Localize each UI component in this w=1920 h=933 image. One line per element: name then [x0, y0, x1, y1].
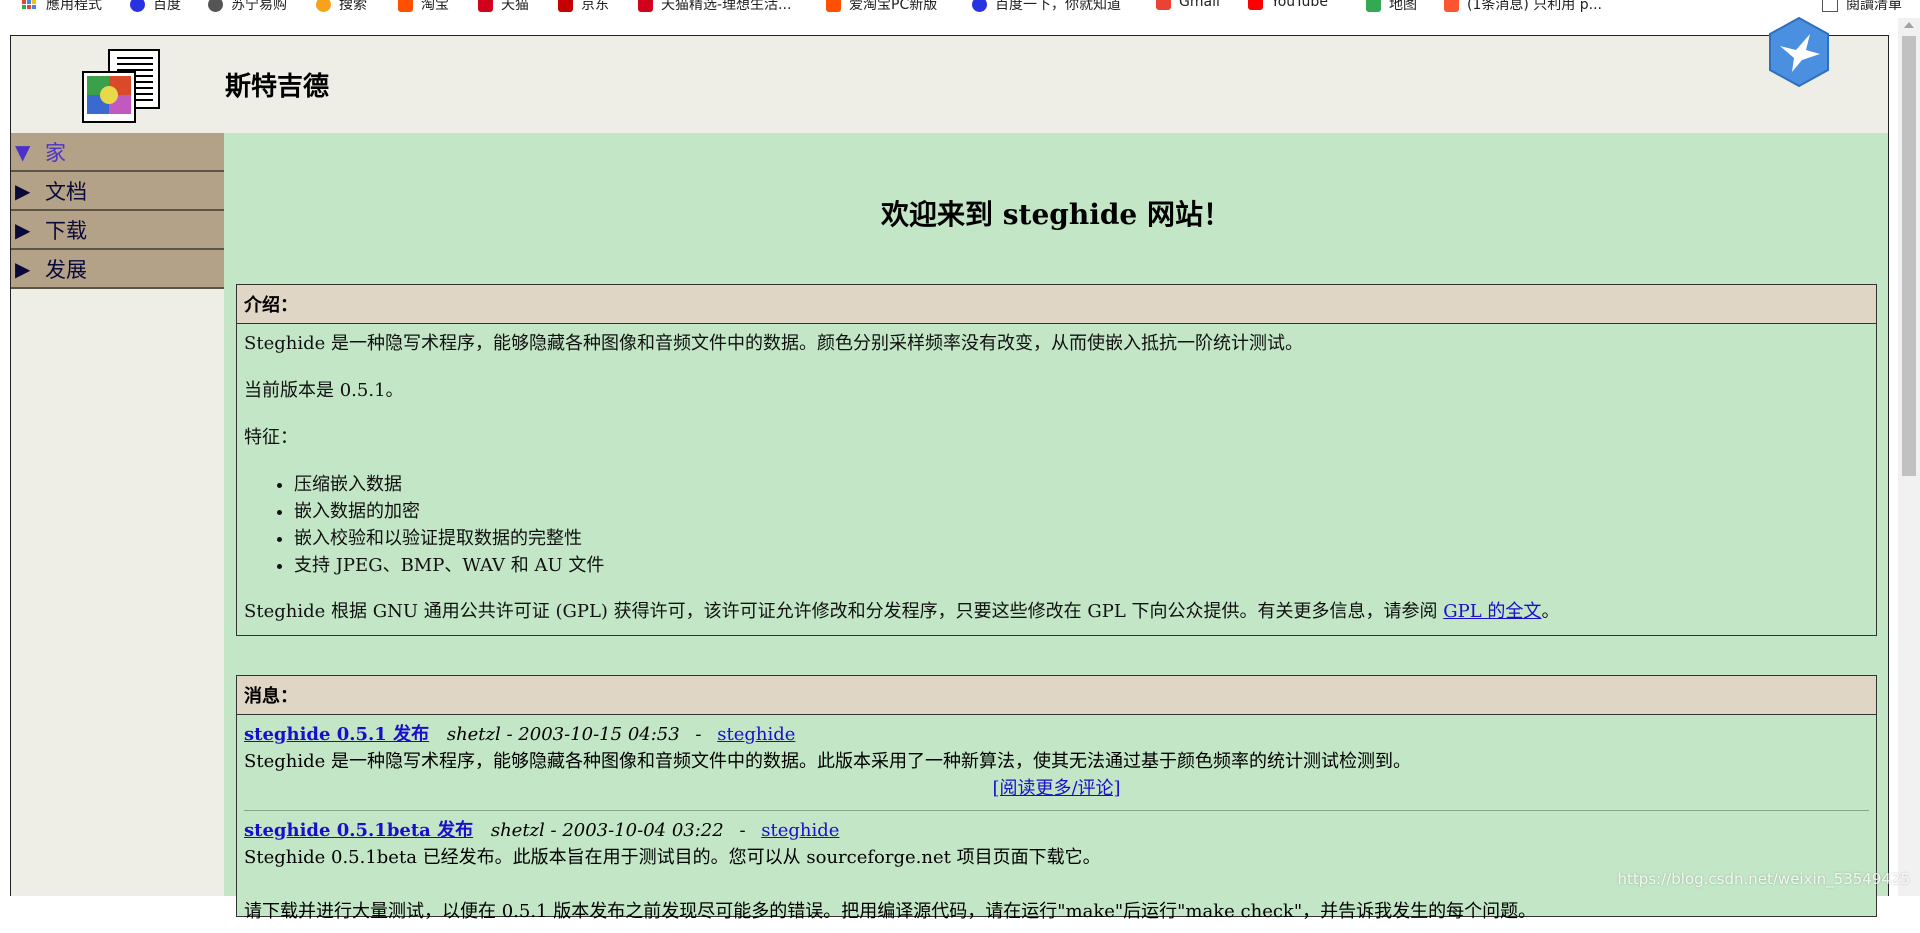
bookmark-label: 百度	[153, 0, 181, 13]
sidebar-item-label: 下载	[45, 218, 87, 243]
news-body: Steghide 0.5.1beta 已经发布。此版本旨在用于测试目的。您可以从…	[244, 847, 1101, 868]
bookmark-search[interactable]: 搜索	[316, 0, 367, 14]
jd-icon	[558, 0, 573, 12]
reading-list-label: 閱讀清單	[1846, 0, 1902, 13]
maps-icon	[1366, 0, 1381, 12]
news-heading: 消息：	[237, 676, 1876, 715]
license-end: 。	[1541, 601, 1560, 622]
list-item: 支持 JPEG、BMP、WAV 和 AU 文件	[294, 552, 1869, 579]
bookmarks-bar: 應用程式 百度 苏宁易购 搜索 淘宝 天猫 京东 天猫精选-理想生活... 爱淘…	[0, 0, 1920, 18]
intro-paragraph: Steghide 是一种隐写术程序，能够隐藏各种图像和音频文件中的数据。颜色分别…	[244, 333, 1303, 354]
bookmark-jd[interactable]: 京东	[558, 0, 609, 14]
license-text: Steghide 根据 GNU 通用公共许可证 (GPL) 获得许可，该许可证允…	[244, 601, 1444, 622]
bookmark-csdn[interactable]: (1条消息) 只利用 p...	[1444, 0, 1602, 14]
features-list: 压缩嵌入数据 嵌入数据的加密 嵌入校验和以验证提取数据的完整性 支持 JPEG、…	[244, 471, 1869, 579]
list-item: 嵌入校验和以验证提取数据的完整性	[294, 525, 1869, 552]
suning-icon	[208, 0, 223, 12]
bookmark-tmall-select[interactable]: 天猫精选-理想生活...	[638, 0, 791, 14]
news-separator: -	[739, 820, 746, 841]
bookmark-label: Gmail	[1179, 0, 1220, 10]
gmail-icon	[1156, 0, 1171, 10]
bookmark-suning[interactable]: 苏宁易购	[208, 0, 287, 14]
page: 斯特吉德 ▼ 家 ▶ 文档 ▶ 下载 ▶ 发展 欢迎来到 steghide 网站…	[0, 16, 1898, 922]
bookmark-label: 搜索	[339, 0, 367, 13]
csdn-icon	[1444, 0, 1459, 12]
reading-list-icon	[1822, 0, 1838, 12]
news-body: Steghide 是一种隐写术程序，能够隐藏各种图像和音频文件中的数据。此版本采…	[244, 751, 1411, 772]
bookmark-label: 苏宁易购	[231, 0, 287, 13]
news-body-continued: 请下载并进行大量测试，以便在 0.5.1 版本发布之前发现尽可能多的错误。把用编…	[244, 901, 1537, 922]
reading-list-button[interactable]: 閱讀清單	[1822, 0, 1902, 14]
sidebar: ▼ 家 ▶ 文档 ▶ 下载 ▶ 发展	[10, 133, 226, 896]
news-meta: shetzl - 2003-10-15 04:53	[446, 724, 680, 745]
bookmark-label: 地图	[1389, 0, 1417, 13]
sidebar-item-docs[interactable]: ▶ 文档	[11, 172, 225, 211]
baidu-icon	[130, 0, 145, 12]
sidebar-item-label: 家	[45, 140, 66, 165]
scroll-up-icon[interactable]	[1904, 22, 1914, 28]
sidebar-item-label: 文档	[45, 179, 87, 204]
taobao-icon	[826, 0, 841, 12]
site-header: 斯特吉德	[10, 16, 1889, 134]
tmall-icon	[478, 0, 493, 12]
list-item: 压缩嵌入数据	[294, 471, 1869, 498]
main-content: 欢迎来到 steghide 网站！ 介绍： Steghide 是一种隐写术程序，…	[224, 133, 1889, 922]
youtube-icon	[1248, 0, 1263, 10]
bookmark-youtube[interactable]: YouTube	[1248, 0, 1328, 10]
bookmark-label: 應用程式	[46, 0, 102, 13]
triangle-right-icon: ▶	[15, 217, 31, 242]
bookmark-label: 京东	[581, 0, 609, 13]
license-paragraph: Steghide 根据 GNU 通用公共许可证 (GPL) 获得许可，该许可证允…	[244, 598, 1869, 626]
welcome-heading: 欢迎来到 steghide 网站！	[881, 198, 1231, 231]
bookmark-label: 淘宝	[421, 0, 449, 13]
triangle-right-icon: ▶	[15, 256, 31, 281]
bird-extension-icon[interactable]	[1766, 16, 1832, 88]
list-item: 嵌入数据的加密	[294, 498, 1869, 525]
news-item: steghide 0.5.1 发布 shetzl - 2003-10-15 04…	[237, 715, 1876, 810]
news-tag-link[interactable]: steghide	[761, 820, 839, 841]
sidebar-item-home[interactable]: ▼ 家	[11, 133, 225, 172]
bookmark-maps[interactable]: 地图	[1366, 0, 1417, 14]
bookmark-label: 天猫精选-理想生活...	[661, 0, 792, 13]
bookmark-label: 天猫	[501, 0, 529, 13]
apps-grid-icon	[22, 0, 36, 9]
sidebar-item-development[interactable]: ▶ 发展	[11, 250, 225, 289]
intro-heading: 介绍：	[237, 285, 1876, 324]
bookmark-aitaobao[interactable]: 爱淘宝PC新版	[826, 0, 937, 14]
bookmark-label: 爱淘宝PC新版	[849, 0, 938, 13]
news-meta: shetzl - 2003-10-04 03:22	[490, 820, 724, 841]
tmall-icon	[638, 0, 653, 12]
intro-box: 介绍： Steghide 是一种隐写术程序，能够隐藏各种图像和音频文件中的数据。…	[236, 284, 1877, 636]
bookmark-taobao[interactable]: 淘宝	[398, 0, 449, 14]
bookmark-baidu-search[interactable]: 百度一下，你就知道	[972, 0, 1121, 14]
news-title-link[interactable]: steghide 0.5.1beta 发布	[244, 820, 473, 841]
intro-body: Steghide 是一种隐写术程序，能够隐藏各种图像和音频文件中的数据。颜色分别…	[237, 324, 1876, 651]
site-title: 斯特吉德	[225, 72, 330, 102]
gpl-link[interactable]: GPL 的全文	[1443, 601, 1541, 622]
bookmark-baidu[interactable]: 百度	[130, 0, 181, 14]
watermark: https://blog.csdn.net/weixin_53549425	[1617, 870, 1910, 888]
bookmark-label: (1条消息) 只利用 p...	[1467, 0, 1602, 13]
scrollbar-thumb[interactable]	[1902, 36, 1916, 476]
read-more-link[interactable]: [阅读更多/评论]	[992, 778, 1120, 799]
features-label: 特征：	[244, 427, 298, 448]
news-tag-link[interactable]: steghide	[717, 724, 795, 745]
version-paragraph: 当前版本是 0.5.1。	[244, 380, 404, 401]
baidu-icon	[972, 0, 987, 12]
taobao-icon	[398, 0, 413, 12]
search-icon	[316, 0, 331, 12]
bookmark-tmall[interactable]: 天猫	[478, 0, 529, 14]
news-separator: -	[695, 724, 702, 745]
vertical-scrollbar[interactable]	[1898, 18, 1920, 896]
triangle-down-icon: ▼	[15, 139, 31, 164]
triangle-right-icon: ▶	[15, 178, 31, 203]
bookmark-label: 百度一下，你就知道	[995, 0, 1121, 13]
news-title-link[interactable]: steghide 0.5.1 发布	[244, 724, 429, 745]
bookmark-gmail[interactable]: Gmail	[1156, 0, 1220, 10]
bookmark-apps[interactable]: 應用程式	[22, 0, 102, 14]
bookmark-label: YouTube	[1271, 0, 1328, 10]
sidebar-item-download[interactable]: ▶ 下载	[11, 211, 225, 250]
sidebar-item-label: 发展	[45, 257, 87, 282]
steghide-logo-icon	[82, 49, 160, 123]
